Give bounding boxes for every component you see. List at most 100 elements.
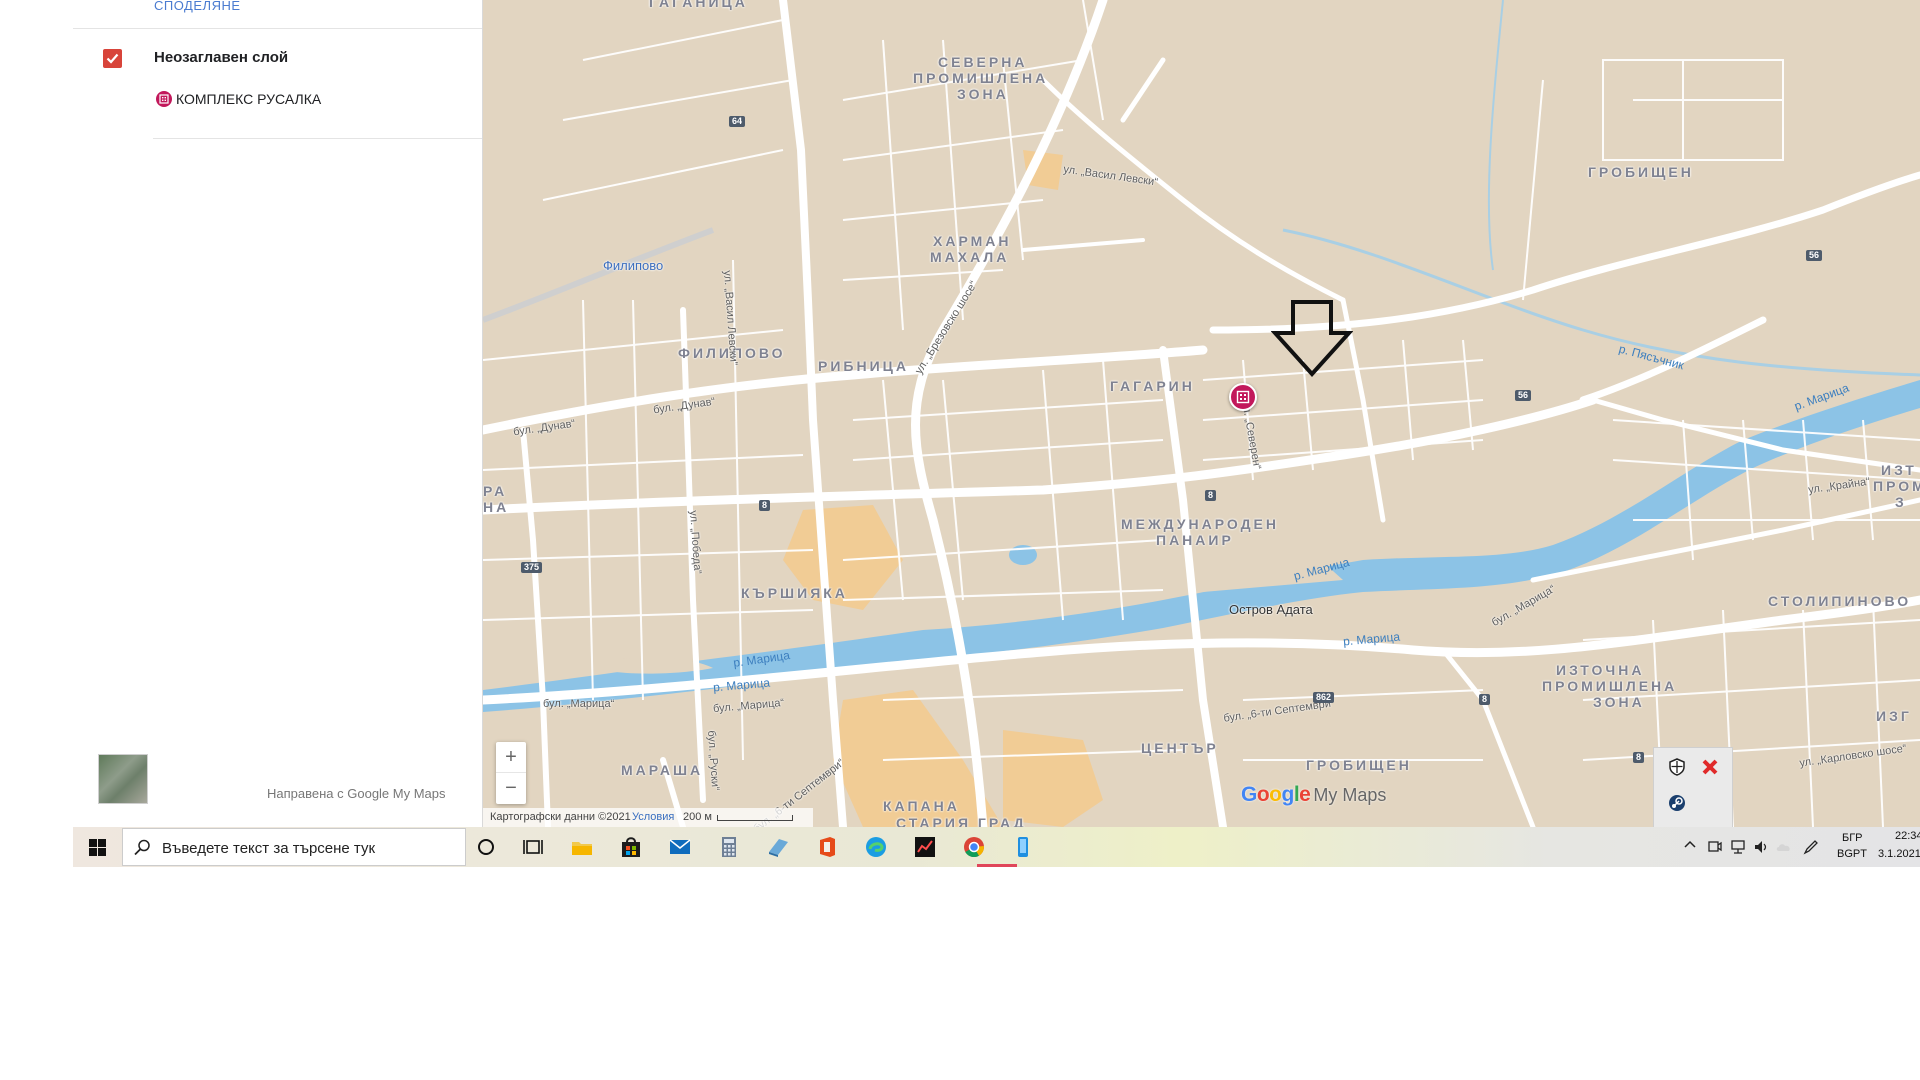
blue-app-icon[interactable] [765,834,791,860]
map-base-layer [483,0,1920,827]
clock-date[interactable]: 3.1.2021 [1878,848,1920,860]
island-label: Остров Адата [1229,602,1313,617]
district-label: НА [483,499,510,515]
show-hidden-icons-button[interactable] [1684,838,1696,854]
my-maps-label: My Maps [1313,785,1387,805]
google-logo-text: Google [1241,783,1311,806]
district-label: ПРОМ [1873,478,1920,494]
taskbar: Въведете текст за търсене тук БГР BGPT 2… [73,827,1920,867]
search-icon [134,839,150,856]
keyboard-layout[interactable]: BGPT [1837,848,1867,860]
building-icon [156,91,172,107]
clock-time[interactable]: 22:34 [1895,830,1920,842]
road-number: 64 [729,116,746,127]
divider [73,28,482,29]
district-label: СТОЛИПИНОВО [1768,593,1912,609]
divider [153,138,482,139]
volume-icon[interactable] [1753,839,1769,855]
district-label: ГАГАНИЦА [649,0,748,10]
district-label: РА [483,483,508,499]
road-number: 8 [759,500,771,511]
road-number: 862 [1313,692,1335,703]
scale-bar [717,815,793,821]
district-label: ИЗГ [1876,708,1912,724]
district-label: ИЗТ [1881,462,1917,478]
road-number: 8 [1633,752,1645,763]
place-label: КОМПЛЕКС РУСАЛКА [176,91,322,107]
district-label: МАХАЛА [930,249,1010,265]
district-label: ПРОМИШЛЕНА [1542,678,1678,694]
district-label: ЗОНА [1593,694,1645,710]
chrome-icon[interactable] [961,834,987,860]
phone-app-icon[interactable] [1010,834,1036,860]
network-icon[interactable] [1730,839,1746,855]
layer-title[interactable]: Неозаглавен слой [154,49,288,66]
red-app-icon[interactable] [1699,758,1721,780]
layer-checkbox[interactable] [103,49,122,68]
active-app-indicator [977,864,1017,867]
file-explorer-icon[interactable] [569,834,595,860]
district-label: РИБНИЦА [818,358,909,374]
zoom-control: + − [496,742,526,804]
district-label: ГАГАРИН [1110,378,1195,394]
terms-link[interactable]: Условия [632,811,674,823]
district-label: КЪРШИЯКА [741,585,848,601]
start-button[interactable] [73,827,121,867]
road-number: 8 [1205,490,1217,501]
edge-icon[interactable] [863,834,889,860]
windows-logo-icon [89,839,106,856]
meet-now-icon[interactable] [1706,839,1722,855]
district-label: ХАРМАН [933,233,1012,249]
station-label: Филипово [603,258,664,273]
district-label: КАПАНА [883,798,960,814]
road-number: 56 [1515,390,1532,401]
security-shield-icon[interactable] [1666,758,1688,780]
task-view-icon[interactable] [521,834,547,860]
store-icon[interactable] [618,834,644,860]
input-language[interactable]: БГР [1842,832,1863,844]
district-label: ПАНАИР [1156,532,1234,548]
office-icon[interactable] [814,834,840,860]
check-icon [106,53,119,64]
street-label: бул. „Марица“ [543,698,615,710]
stocks-app-icon[interactable] [912,834,938,860]
district-label: ГРОБИЩЕН [1588,164,1694,180]
district-label: ИЗТОЧНА [1556,662,1645,678]
mail-icon[interactable] [667,834,693,860]
onedrive-icon[interactable] [1776,839,1792,855]
district-label: МАРАША [621,762,704,778]
taskbar-search-input[interactable]: Въведете текст за търсене тук [122,828,466,866]
district-label: З [1895,494,1907,510]
scale-label[interactable]: 200 м [683,811,712,823]
basemap-thumbnail[interactable] [98,754,148,804]
steam-icon[interactable] [1666,794,1688,816]
building-icon [1236,390,1250,404]
zoom-out-button[interactable]: − [496,773,526,803]
map-canvas[interactable]: ГАГАНИЦА СЕВЕРНА ПРОМИШЛЕНА ЗОНА ХАРМАН … [483,0,1920,827]
google-my-maps-logo: Google My Maps [1241,783,1386,807]
made-with-link[interactable]: Направена с Google My Maps [267,786,446,801]
road-number: 375 [521,562,543,573]
share-link[interactable]: СПОДЕЛЯНЕ [154,0,241,13]
map-data-attribution: Картографски данни ©2021 [490,811,631,823]
chevron-up-icon [1684,840,1696,848]
district-label: СЕВЕРНА [938,54,1028,70]
cortana-icon[interactable] [473,834,499,860]
district-label: СТАРИЯ ГРАД [896,815,1027,827]
search-placeholder: Въведете текст за търсене тук [162,840,376,857]
calculator-icon[interactable] [716,834,742,860]
district-label: ЗОНА [957,86,1009,102]
pen-icon[interactable] [1803,839,1819,855]
road-number: 56 [1806,250,1823,261]
tray-overflow-popup [1653,747,1733,829]
down-arrow-annotation [1271,300,1353,377]
district-label: ПРОМИШЛЕНА [913,70,1049,86]
district-label: ГРОБИЩЕН [1306,757,1412,773]
district-label: МЕЖДУНАРОДЕН [1121,516,1280,532]
district-label: ЦЕНТЪР [1141,740,1219,756]
map-legend-panel: СПОДЕЛЯНЕ Неозаглавен слой КОМПЛЕКС РУСА… [73,0,483,827]
map-attribution-bar: Картографски данни ©2021 Условия 200 м [483,808,813,827]
place-marker[interactable] [1229,383,1257,411]
road-number: 8 [1479,694,1491,705]
zoom-in-button[interactable]: + [496,742,526,773]
